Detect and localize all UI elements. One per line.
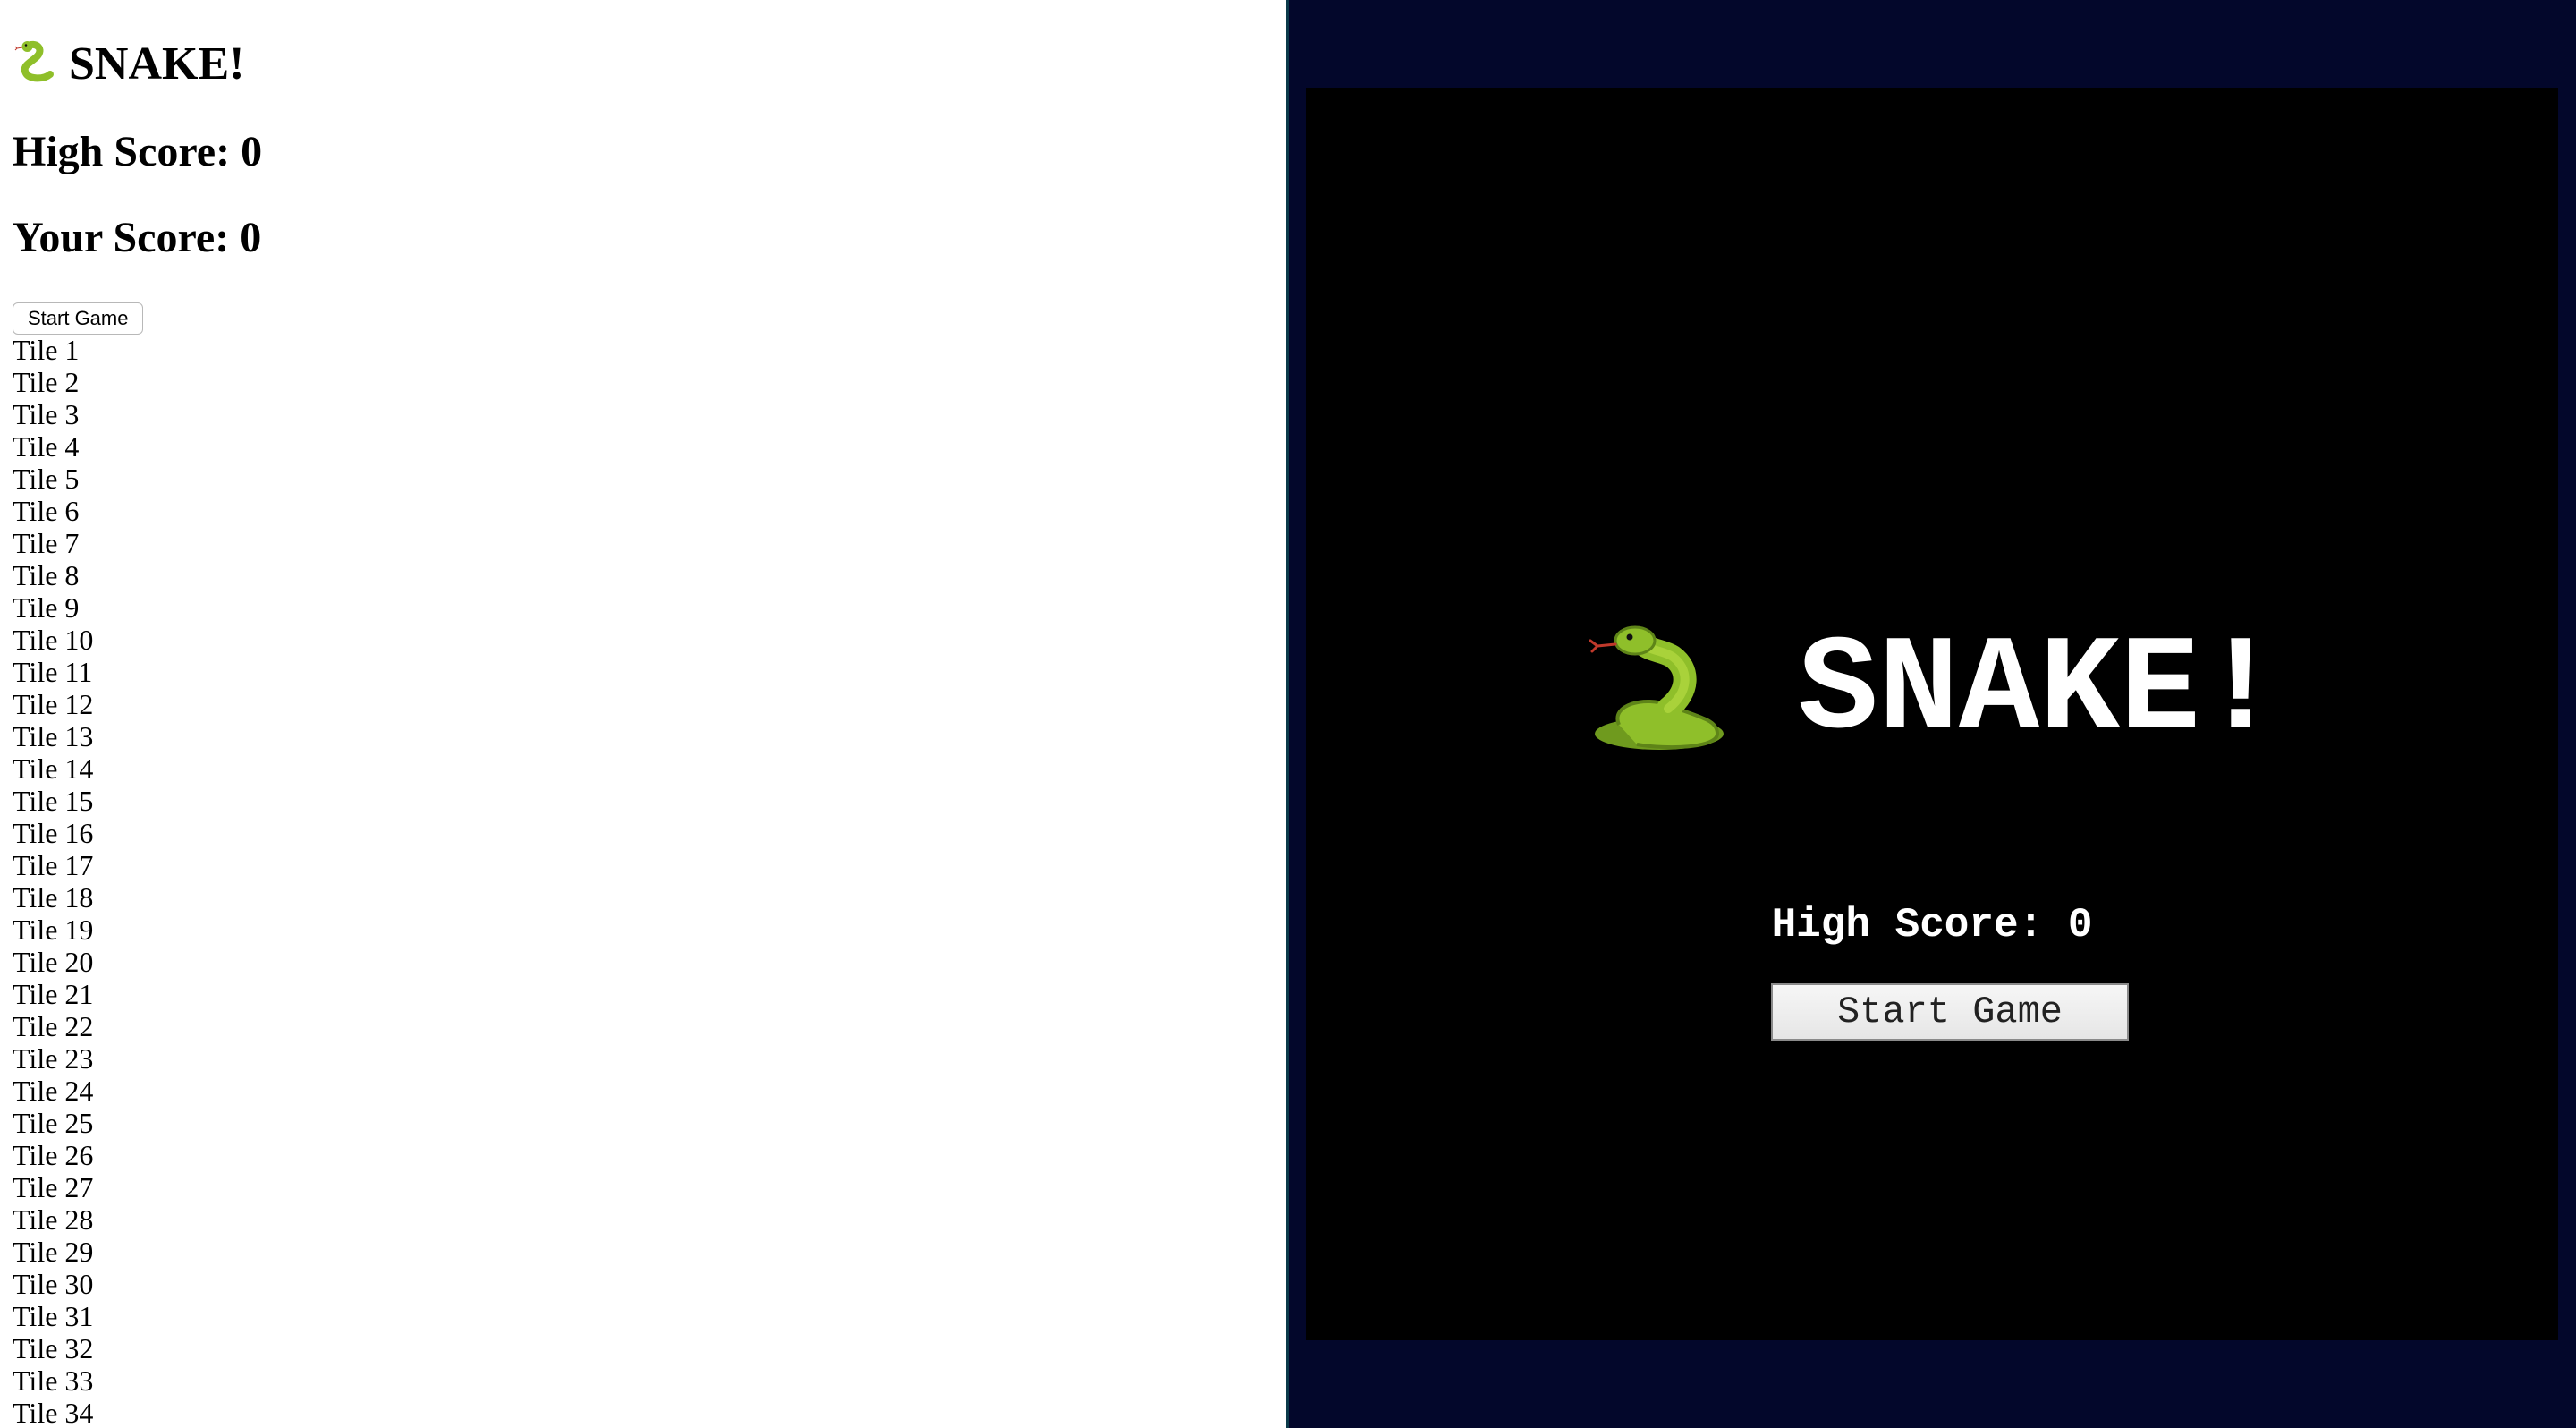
tile: Tile 34 [13, 1397, 94, 1428]
tile: Tile 3 [13, 398, 80, 430]
game-start-game-button[interactable]: Start Game [1771, 983, 2129, 1041]
tile: Tile 19 [13, 914, 94, 946]
game-high-score: High Score: 0 [1771, 902, 2093, 948]
tile: Tile 31 [13, 1300, 94, 1332]
game-board: SNAKE! High Score: 0 Your Score: 0 Start… [1306, 88, 2558, 1340]
tile: Tile 23 [13, 1042, 94, 1075]
plain-title: SNAKE! [13, 36, 244, 98]
game-title-text: SNAKE! [1797, 616, 2282, 768]
plain-title-text: SNAKE! [69, 38, 245, 89]
tile: Tile 24 [13, 1075, 94, 1107]
plain-start-game-button[interactable]: Start Game [13, 302, 144, 335]
tile: Tile 7 [13, 527, 80, 559]
tile: Tile 25 [13, 1107, 94, 1139]
tile: Tile 9 [13, 591, 80, 624]
tile: Tile 12 [13, 688, 94, 720]
tile: Tile 5 [13, 463, 80, 495]
tile: Tile 29 [13, 1236, 94, 1268]
tile: Tile 14 [13, 752, 94, 785]
plain-page: SNAKE! High Score: 0 Your Score: 0 Start… [0, 0, 1286, 1428]
tile: Tile 22 [13, 1010, 94, 1042]
tile: Tile 10 [13, 624, 94, 656]
snake-icon [13, 38, 57, 98]
tile: Tile 8 [13, 559, 80, 591]
tile: Tile 28 [13, 1203, 94, 1236]
tile: Tile 17 [13, 849, 94, 881]
tile: Tile 21 [13, 978, 94, 1010]
snake-icon [1583, 619, 1735, 795]
tile: Tile 13 [13, 720, 94, 752]
tile: Tile 32 [13, 1332, 94, 1364]
split-view: SNAKE! High Score: 0 Your Score: 0 Start… [0, 0, 2576, 1428]
game-page: SNAKE! High Score: 0 Your Score: 0 Start… [1286, 0, 2576, 1428]
divider [1286, 0, 1289, 1428]
tile: Tile 27 [13, 1171, 94, 1203]
tile: Tile 20 [13, 946, 94, 978]
tile: Tile 16 [13, 817, 94, 849]
plain-your-score: Your Score: 0 [13, 214, 262, 261]
tile: Tile 1 [13, 334, 80, 366]
tile: Tile 15 [13, 785, 94, 817]
plain-high-score: High Score: 0 [13, 128, 263, 175]
tile: Tile 6 [13, 495, 80, 527]
tile: Tile 11 [13, 656, 93, 688]
tile: Tile 33 [13, 1364, 94, 1397]
tile: Tile 26 [13, 1139, 94, 1171]
game-title: SNAKE! [1306, 616, 2558, 795]
tile: Tile 2 [13, 366, 80, 398]
tile-list: Tile 1 Tile 2 Tile 3 Tile 4 Tile 5 Tile … [13, 334, 93, 1428]
tile: Tile 18 [13, 881, 94, 914]
tile: Tile 30 [13, 1268, 94, 1300]
tile: Tile 4 [13, 430, 80, 463]
